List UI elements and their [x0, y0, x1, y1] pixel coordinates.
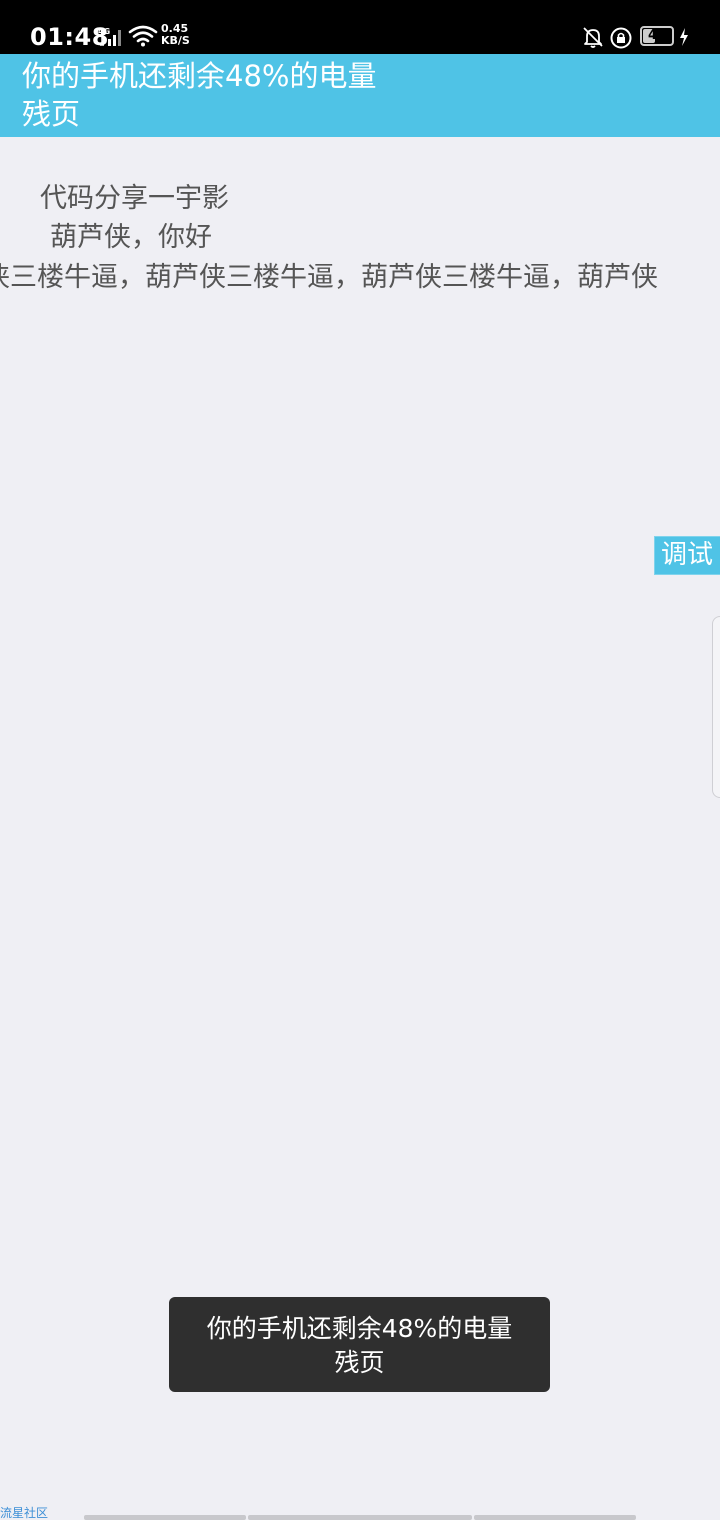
bottom-nav-segment[interactable]	[84, 1515, 246, 1520]
title-battery-message: 你的手机还剩余48%的电量	[22, 59, 377, 93]
debug-button[interactable]: 调试	[654, 536, 720, 575]
toast-line-page: 残页	[334, 1348, 385, 1377]
rotation-lock-icon	[610, 27, 632, 49]
code-share-text: 代码分享一宇影	[40, 183, 229, 214]
battery-level-text: 48	[647, 28, 667, 43]
network-speed: 0.45 KB/S	[161, 23, 190, 47]
cellular-signal-icon: 4G	[98, 27, 121, 46]
watermark-text: 流星社区	[0, 1506, 49, 1520]
toast-message: 你的手机还剩余48%的电量 残页	[169, 1297, 550, 1392]
greeting-text: 葫芦侠，你好	[50, 222, 212, 253]
notification-muted-icon	[583, 27, 603, 48]
bottom-nav-segment[interactable]	[474, 1515, 636, 1520]
status-bar: 01:48 4G 0.45 KB/S 48	[0, 0, 720, 54]
network-type-label: 4G	[98, 27, 110, 36]
title-page-name: 残页	[22, 97, 81, 131]
wifi-icon	[128, 25, 158, 47]
battery-icon: 48	[640, 26, 674, 46]
marquee-text: 侠三楼牛逼，葫芦侠三楼牛逼，葫芦侠三楼牛逼，葫芦侠	[0, 262, 658, 293]
bottom-nav-segment[interactable]	[248, 1515, 472, 1520]
side-panel-handle[interactable]	[712, 616, 720, 798]
network-speed-unit: KB/S	[161, 34, 190, 47]
toast-line-battery: 你的手机还剩余48%的电量	[206, 1314, 513, 1343]
title-bar: 你的手机还剩余48%的电量 残页	[0, 54, 720, 137]
charging-bolt-icon	[680, 28, 688, 46]
